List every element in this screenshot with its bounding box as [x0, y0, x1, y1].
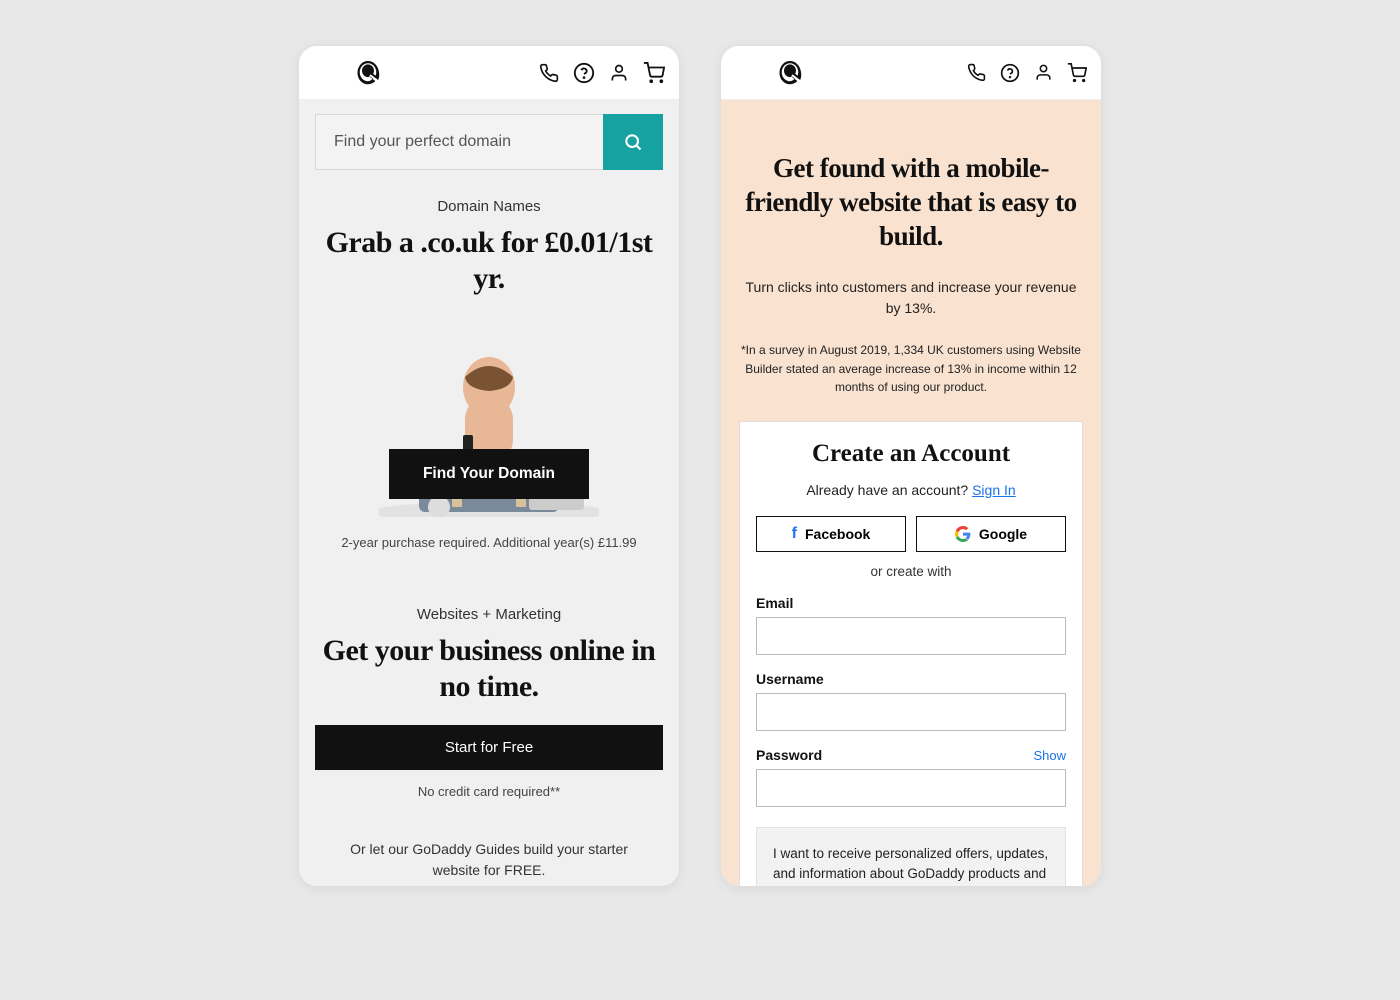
- cart-icon[interactable]: [643, 62, 665, 84]
- guides-text: Or let our GoDaddy Guides build your sta…: [315, 839, 663, 881]
- help-icon[interactable]: [1000, 63, 1020, 83]
- start-free-button[interactable]: Start for Free: [315, 725, 663, 770]
- domain-search: [315, 114, 663, 170]
- hero-image: Find Your Domain: [315, 327, 663, 517]
- godaddy-logo-icon[interactable]: [775, 58, 805, 88]
- phone-left-body: Domain Names Grab a .co.uk for £0.01/1st…: [299, 100, 679, 886]
- email-label: Email: [756, 595, 1066, 611]
- search-icon: [623, 132, 643, 152]
- menu-icon[interactable]: [735, 63, 763, 83]
- websites-section: Websites + Marketing Get your business o…: [315, 606, 663, 881]
- find-domain-button[interactable]: Find Your Domain: [389, 449, 589, 499]
- signup-card: Create an Account Already have an accoun…: [739, 421, 1083, 886]
- cart-icon[interactable]: [1067, 63, 1087, 83]
- facebook-button[interactable]: f Facebook: [756, 516, 906, 552]
- already-text: Already have an account?: [806, 482, 972, 498]
- domain-fineprint: 2-year purchase required. Additional yea…: [315, 535, 663, 550]
- facebook-icon: f: [792, 525, 797, 543]
- phone-right-body: Get found with a mobile-friendly website…: [721, 100, 1101, 886]
- topbar: [299, 46, 679, 100]
- wm-headline: Get your business online in no time.: [315, 633, 663, 705]
- topbar: [721, 46, 1101, 100]
- menu-icon[interactable]: [313, 63, 341, 83]
- right-headline: Get found with a mobile-friendly website…: [739, 152, 1083, 253]
- domain-search-button[interactable]: [603, 114, 663, 170]
- right-disclaimer: *In a survey in August 2019, 1,334 UK cu…: [739, 341, 1083, 397]
- phone-icon[interactable]: [539, 63, 559, 83]
- or-create-text: or create with: [756, 564, 1066, 579]
- wm-eyebrow: Websites + Marketing: [315, 606, 663, 623]
- username-field[interactable]: [756, 693, 1066, 731]
- show-password-link[interactable]: Show: [1033, 748, 1066, 763]
- godaddy-logo-icon[interactable]: [353, 58, 383, 88]
- username-label: Username: [756, 671, 1066, 687]
- already-have-account: Already have an account? Sign In: [756, 482, 1066, 498]
- phone-right: Get found with a mobile-friendly website…: [721, 46, 1101, 886]
- consent-text: I want to receive personalized offers, u…: [773, 844, 1049, 886]
- domain-headline: Grab a .co.uk for £0.01/1st yr.: [315, 225, 663, 297]
- google-button[interactable]: Google: [916, 516, 1066, 552]
- google-label: Google: [979, 526, 1027, 542]
- right-sub: Turn clicks into customers and increase …: [739, 277, 1083, 319]
- facebook-label: Facebook: [805, 526, 870, 542]
- password-field[interactable]: [756, 769, 1066, 807]
- domain-eyebrow: Domain Names: [315, 198, 663, 215]
- no-card-text: No credit card required**: [315, 784, 663, 799]
- user-icon[interactable]: [609, 63, 629, 83]
- sign-in-link[interactable]: Sign In: [972, 482, 1016, 498]
- consent-box: I want to receive personalized offers, u…: [756, 827, 1066, 886]
- phone-left: Domain Names Grab a .co.uk for £0.01/1st…: [299, 46, 679, 886]
- password-label: Password: [756, 747, 822, 763]
- phone-icon[interactable]: [967, 63, 986, 82]
- google-icon: [955, 526, 971, 542]
- email-field[interactable]: [756, 617, 1066, 655]
- user-icon[interactable]: [1034, 63, 1053, 82]
- card-title: Create an Account: [756, 440, 1066, 468]
- help-icon[interactable]: [573, 62, 595, 84]
- domain-search-input[interactable]: [315, 114, 603, 170]
